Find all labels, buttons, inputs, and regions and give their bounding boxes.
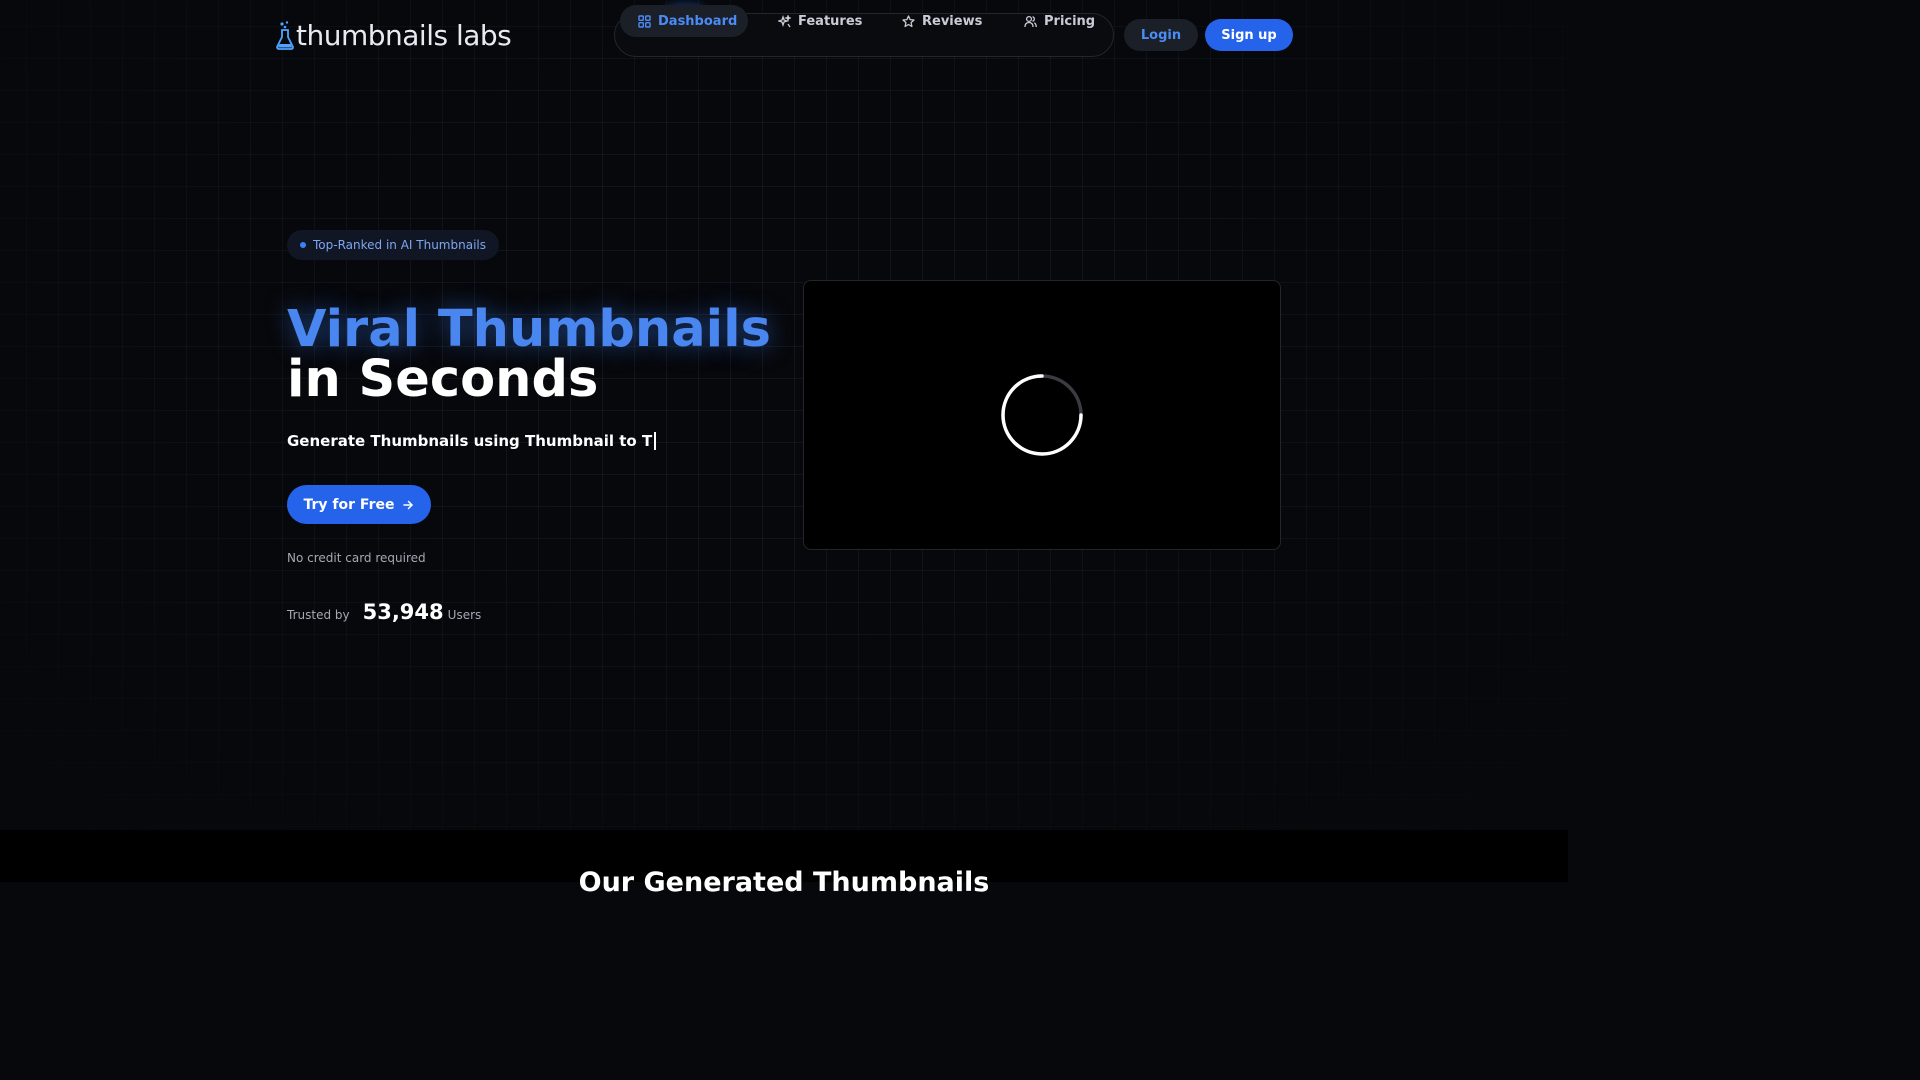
- loading-spinner-icon: [1000, 373, 1084, 457]
- try-for-free-button[interactable]: Try for Free: [287, 485, 431, 524]
- text-cursor-icon: [654, 432, 656, 450]
- nav-item-reviews[interactable]: Reviews: [884, 5, 994, 37]
- no-credit-card-note: No credit card required: [287, 551, 426, 565]
- signup-button[interactable]: Sign up: [1205, 19, 1293, 51]
- trusted-suffix: Users: [447, 608, 482, 622]
- nav-item-label: Dashboard: [658, 13, 738, 29]
- user-count: 53,948: [362, 600, 444, 624]
- ranking-badge: Top-Ranked in AI Thumbnails: [287, 230, 499, 260]
- cta-label: Try for Free: [303, 496, 395, 513]
- star-icon: [902, 14, 915, 28]
- gallery-title: Our Generated Thumbnails: [578, 867, 990, 898]
- typewriter-text: Generate Thumbnails using Thumbnail to T: [287, 430, 656, 452]
- nav-item-label: Pricing: [1044, 13, 1096, 29]
- hero-title: in Seconds: [287, 350, 599, 409]
- login-button[interactable]: Login: [1124, 19, 1198, 51]
- thumbnail-preview: [803, 280, 1281, 550]
- badge-label: Top-Ranked in AI Thumbnails: [313, 238, 486, 252]
- typewriter-label: Generate Thumbnails using Thumbnail to T: [287, 432, 653, 450]
- nav-item-dashboard[interactable]: Dashboard: [620, 5, 748, 37]
- flask-icon: [276, 20, 294, 50]
- nav-item-label: Reviews: [922, 13, 983, 29]
- background-vignette: [0, 0, 1568, 830]
- users-icon: [1024, 15, 1037, 28]
- sparkles-icon: [778, 14, 791, 28]
- trusted-prefix: Trusted by: [287, 608, 350, 622]
- dashboard-grid-icon: [638, 14, 651, 28]
- nav-item-pricing[interactable]: Pricing: [1006, 5, 1108, 37]
- brand-name: thumbnails labs: [296, 18, 512, 52]
- trusted-by-stat: Trusted by 53,948 Users: [287, 600, 481, 624]
- arrow-right-icon: [402, 499, 414, 511]
- nav-item-features[interactable]: Features: [760, 5, 872, 37]
- brand-logo[interactable]: thumbnails labs: [276, 18, 512, 52]
- nav-item-label: Features: [798, 13, 863, 29]
- badge-dot-icon: [300, 242, 306, 248]
